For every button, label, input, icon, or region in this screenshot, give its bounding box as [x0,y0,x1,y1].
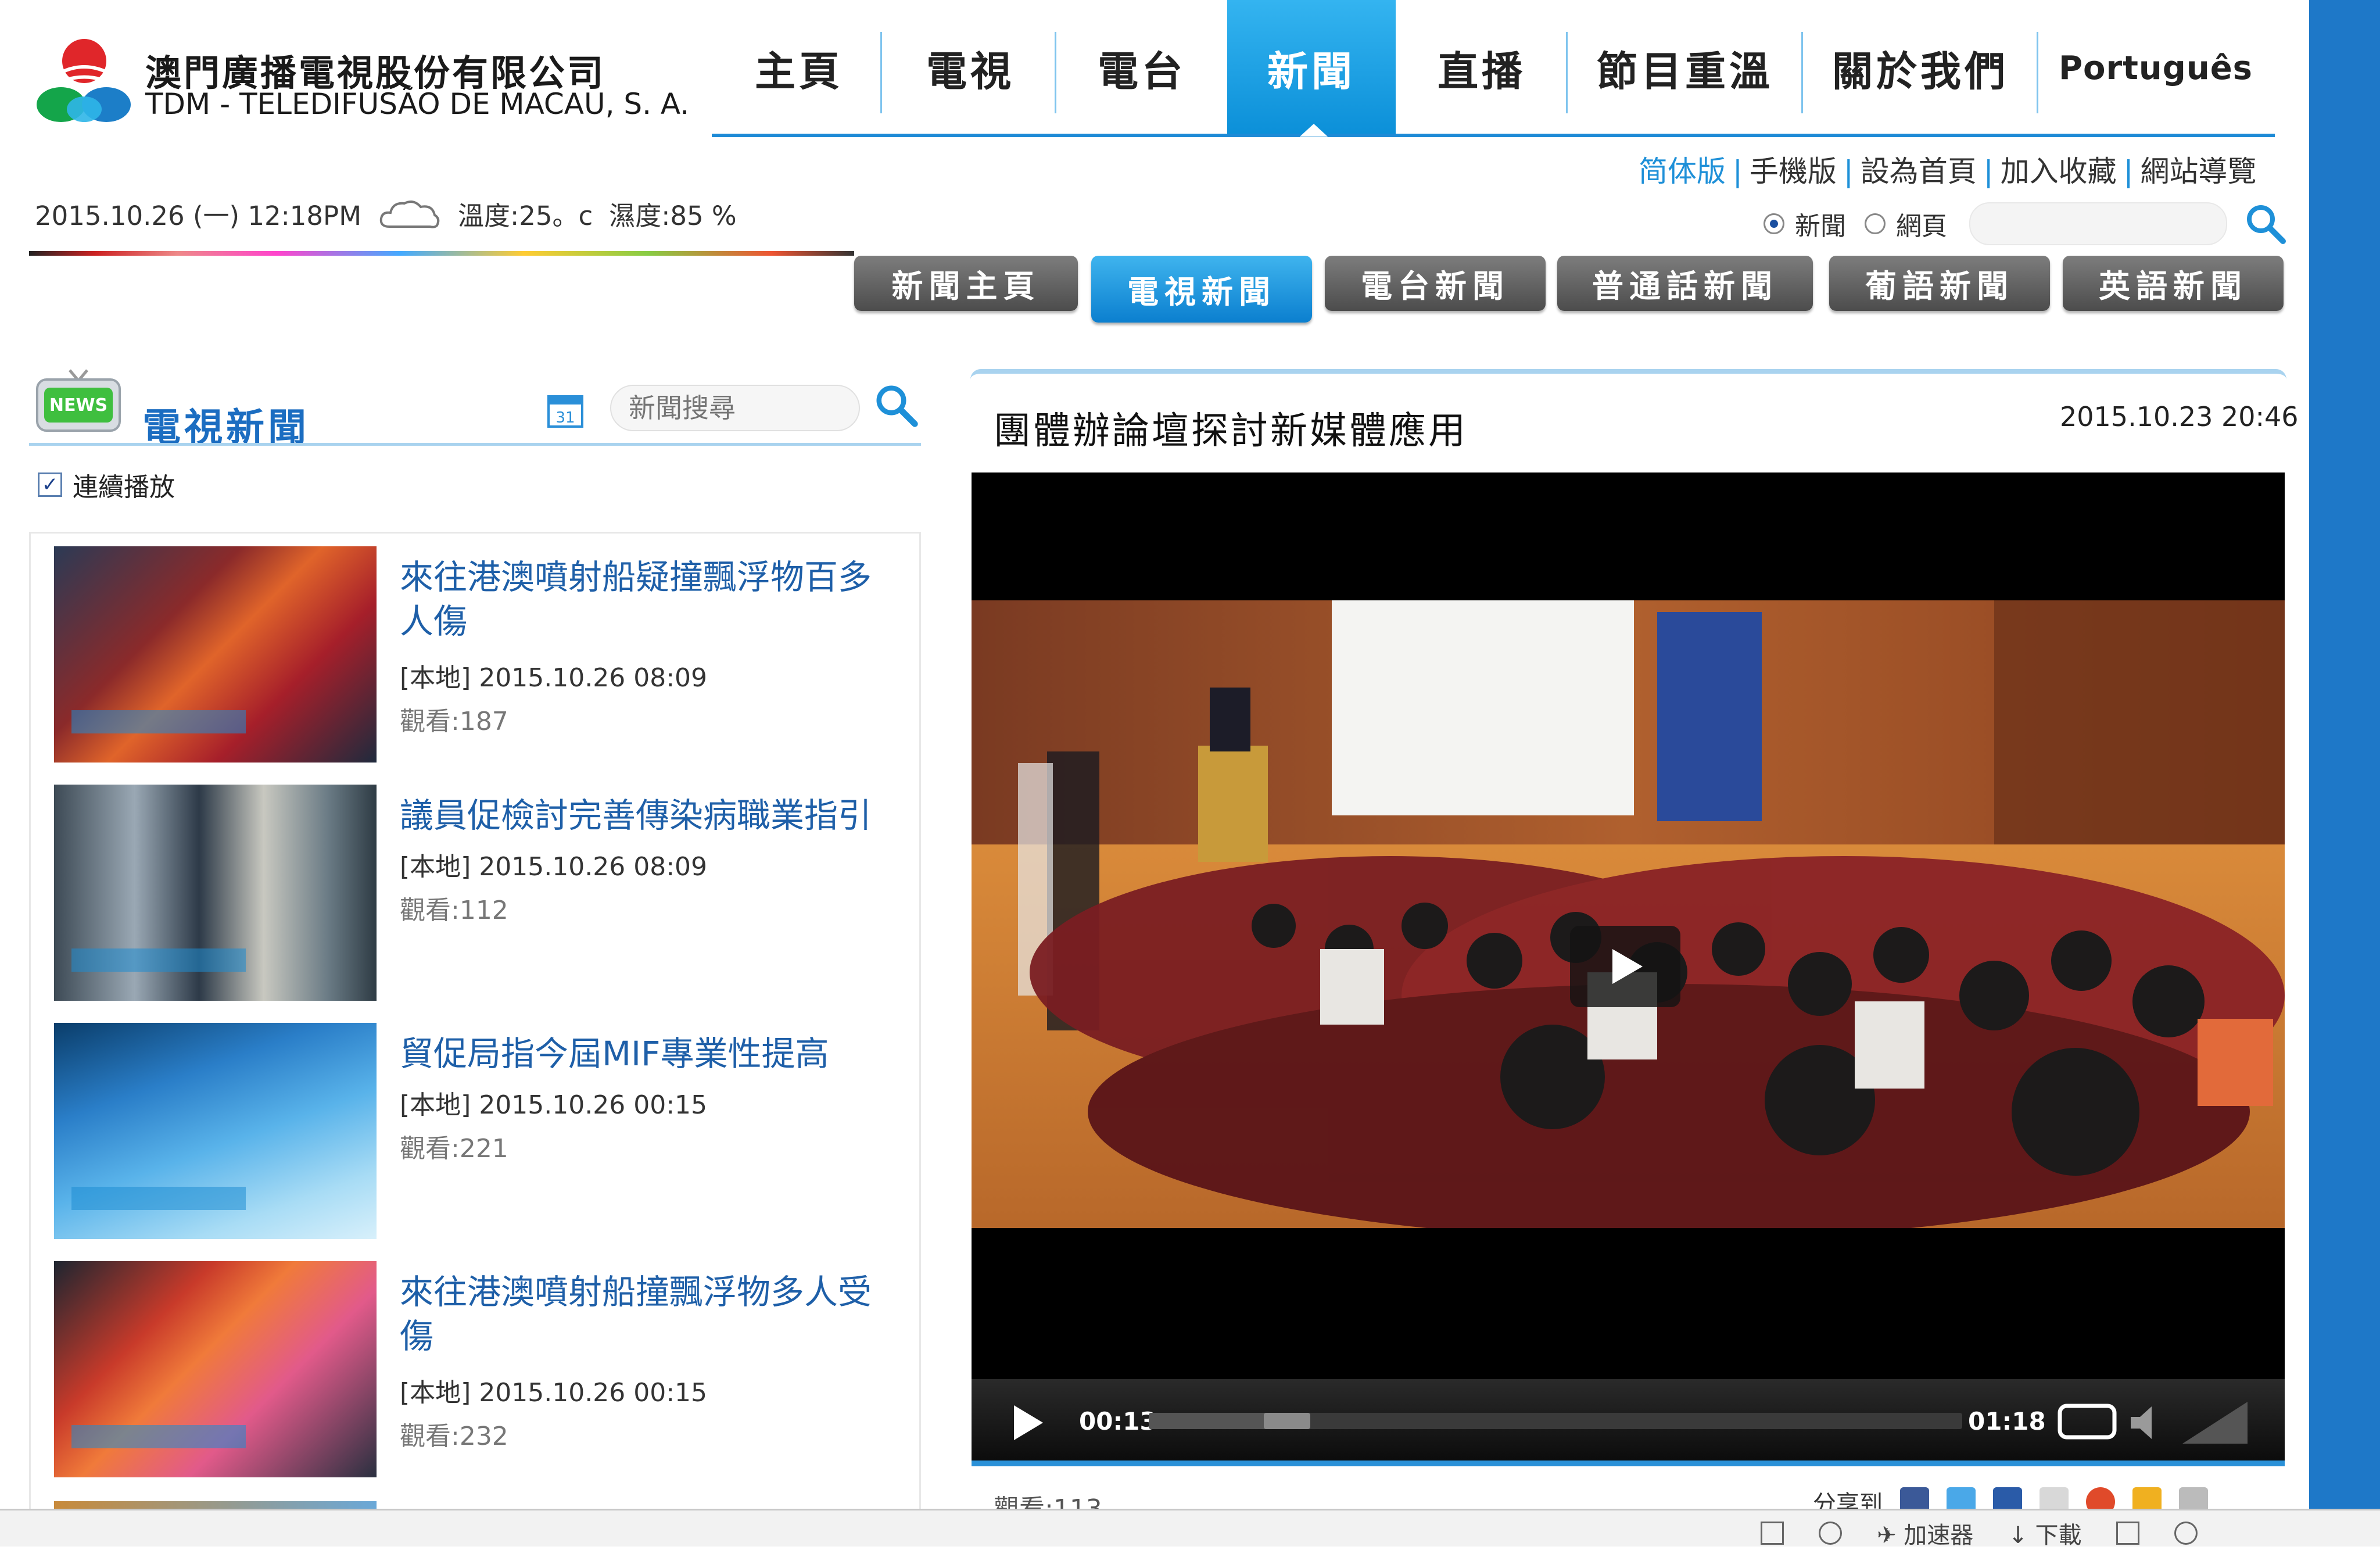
link-set-homepage[interactable]: 設為首頁 [1861,155,1977,188]
calendar-icon[interactable]: 31 [546,391,585,429]
link-simplified[interactable]: 简体版 [1639,155,1726,188]
list-item[interactable]: 來往港澳噴射船疑撞飄浮物百多人傷 [本地] 2015.10.26 08:09 觀… [54,546,914,767]
video-date: 2015.10.23 20:46 [2060,401,2299,432]
top-search-row: 新聞 網頁 [1764,201,2289,247]
radio-web-label: 網頁 [1896,212,1947,241]
item-meta: [本地] 2015.10.26 08:09 [400,852,708,882]
nav-home[interactable]: 主頁 [735,0,863,137]
temperature: 溫度:25。c [458,201,593,231]
list-item[interactable]: 議員促檢討完善傳染病職業指引 [本地] 2015.10.26 08:09 觀看:… [54,785,914,1005]
video-title: 團體辦論壇探討新媒體應用 [994,410,1468,453]
link-add-favorite[interactable]: 加入收藏 [2001,155,2117,188]
browser-icon[interactable] [2174,1522,2198,1545]
video-controls: 00:13 01:18 [972,1379,2285,1460]
news-search-input[interactable] [610,385,860,431]
nav-divider [1055,32,1056,113]
video-frame [972,600,2285,1228]
decorative-color-bar [29,251,854,256]
subnav-english-news[interactable]: 英語新聞 [2063,256,2284,311]
window-icon[interactable] [2116,1522,2140,1545]
search-icon[interactable] [872,381,921,430]
play-icon[interactable] [1003,1399,1050,1446]
nav-radio[interactable]: 電台 [1058,0,1226,137]
nav-tv[interactable]: 電視 [886,0,1055,137]
nav-divider [880,32,882,113]
nav-underline [712,134,2275,137]
item-views: 觀看:221 [400,1134,508,1164]
news-tv-icon: NEWS [36,369,121,432]
top-search-input[interactable] [1969,202,2227,245]
play-icon [1612,949,1643,984]
item-title[interactable]: 來往港澳噴射船疑撞飄浮物百多人傷 [400,555,888,643]
date-weather-row: 2015.10.26 (一) 12:18PM 溫度:25。c 濕度:85 % [35,195,737,232]
item-views: 觀看:232 [400,1422,508,1451]
autoplay-label: 連續播放 [73,472,175,502]
video-player[interactable]: 00:13 01:18 [972,472,2285,1460]
radio-news[interactable] [1764,213,1784,234]
link-mobile[interactable]: 手機版 [1750,155,1837,188]
autoplay-checkbox[interactable]: ✓ [38,472,62,497]
thumbnail[interactable] [54,1023,377,1239]
nav-news[interactable]: 新聞 [1227,0,1396,137]
news-list: 來往港澳噴射船疑撞飄浮物百多人傷 [本地] 2015.10.26 08:09 觀… [29,532,921,1536]
svg-text:31: 31 [555,409,575,427]
svg-text:NEWS: NEWS [49,395,107,416]
nav-portugues[interactable]: Português [2040,0,2272,137]
item-title[interactable]: 來往港澳噴射船撞飄浮物多人受傷 [400,1270,888,1358]
refresh-icon[interactable] [1819,1522,1842,1545]
nav-about[interactable]: 關於我們 [1804,0,2037,137]
company-name-en: TDM - TELEDIFUSÃO DE MACAU, S. A. [145,87,690,121]
autoplay-row: ✓ 連續播放 [38,466,175,503]
seek-handle[interactable] [1264,1413,1310,1429]
thumbnail[interactable] [54,546,377,763]
nav-active-caret [1300,124,1328,137]
list-item[interactable]: 來往港澳噴射船撞飄浮物多人受傷 [本地] 2015.10.26 00:15 觀看… [54,1261,914,1482]
item-views: 觀看:112 [400,896,508,925]
phone-icon[interactable] [1761,1522,1784,1545]
fullscreen-icon[interactable] [2055,1401,2119,1442]
section-underline [29,443,921,446]
humidity: 濕度:85 % [609,201,737,231]
browser-status-bar: ✈ 加速器 ↓ 下載 [0,1509,2380,1550]
item-views: 觀看:187 [400,707,508,736]
subnav-portuguese-news[interactable]: 葡語新聞 [1829,256,2050,311]
cloud-icon [379,200,440,228]
item-meta: [本地] 2015.10.26 00:15 [400,1378,708,1408]
date-time: 2015.10.26 (一) 12:18PM [35,201,362,231]
list-item[interactable]: 貿促局指今屆MIF專業性提高 [本地] 2015.10.26 00:15 觀看:… [54,1023,914,1244]
page-edge-strip [2309,0,2380,1511]
item-meta: [本地] 2015.10.26 08:09 [400,663,708,693]
radio-news-label: 新聞 [1795,212,1846,241]
volume-icon[interactable] [2125,1399,2166,1446]
utility-links: 简体版 | 手機版 | 設為首頁 | 加入收藏 | 網站導覽 [1639,155,2257,188]
item-title[interactable]: 議員促檢討完善傳染病職業指引 [400,793,888,837]
video-bottom-border [972,1460,2285,1466]
thumbnail[interactable] [54,1261,377,1477]
download-button[interactable]: ↓ 下載 [2008,1516,2081,1550]
time-total: 01:18 [1968,1407,2046,1436]
play-overlay-button[interactable] [1570,926,1680,1007]
subnav-tv-news[interactable]: 電視新聞 [1091,256,1312,323]
subnav-news-home[interactable]: 新聞主頁 [854,256,1078,311]
nav-live[interactable]: 直播 [1397,0,1566,137]
tdm-logo[interactable] [32,35,137,134]
nav-divider [1801,32,1803,113]
item-meta: [本地] 2015.10.26 00:15 [400,1090,708,1120]
item-title[interactable]: 貿促局指今屆MIF專業性提高 [400,1032,888,1076]
nav-replay[interactable]: 節目重溫 [1569,0,1801,137]
radio-web[interactable] [1865,213,1886,234]
thumbnail[interactable] [54,785,377,1001]
search-icon[interactable] [2242,201,2289,247]
seek-bar[interactable] [1149,1413,1962,1429]
link-sitemap[interactable]: 網站導覽 [2140,155,2256,188]
nav-divider [2037,32,2038,113]
main-nav: 主頁 電視 電台 新聞 直播 節目重溫 關於我們 Português [712,0,2275,137]
subnav-mandarin-news[interactable]: 普通話新聞 [1557,256,1813,311]
accelerator-button[interactable]: ✈ 加速器 [1877,1516,1973,1550]
subnav-radio-news[interactable]: 電台新聞 [1325,256,1546,311]
nav-divider [1566,32,1568,113]
time-current: 00:13 [1079,1407,1157,1436]
volume-slider[interactable] [2180,1399,2250,1446]
